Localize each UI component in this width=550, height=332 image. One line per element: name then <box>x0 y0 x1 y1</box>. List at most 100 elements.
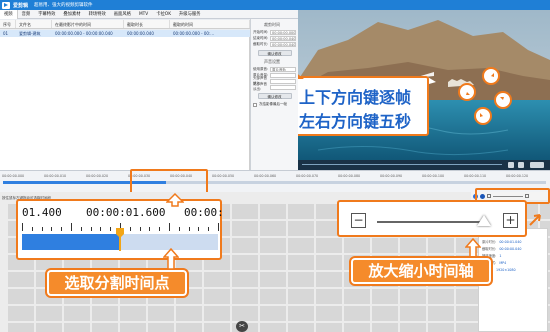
timeline-slot[interactable] <box>288 204 314 219</box>
timeline-slot[interactable] <box>204 323 230 332</box>
freeze-frame-checkbox[interactable]: 冻结影像最后一帧 <box>253 102 298 107</box>
menu-subtitle[interactable]: 字幕特效 <box>34 11 59 17</box>
timeline-slot[interactable] <box>260 289 286 304</box>
col-time[interactable]: 在最终影片中的时间 <box>52 20 124 28</box>
timeline-slot[interactable] <box>8 272 34 287</box>
apply-audio-button[interactable]: 确认修改 <box>257 93 292 99</box>
timeline-slot[interactable] <box>8 323 34 332</box>
col-duration[interactable]: 截取时长 <box>124 20 170 28</box>
time-ruler[interactable]: 00:00:00.000 00:00:00.010 00:00:00.020 00:0… <box>2 174 548 180</box>
timeline-slot[interactable] <box>176 323 202 332</box>
menu-karaoke[interactable]: 卡拉OK <box>152 11 175 17</box>
timeline-slot[interactable] <box>288 221 314 236</box>
end-time-field[interactable]: 00:00:00.040 <box>270 35 296 41</box>
menu-transition[interactable]: 转场特效 <box>85 11 110 17</box>
timeline-slot[interactable] <box>428 238 454 253</box>
timeline-slot[interactable] <box>232 204 258 219</box>
zoom-slider-track[interactable] <box>377 221 487 223</box>
timeline-slot[interactable] <box>288 272 314 287</box>
timeline-slot[interactable] <box>288 289 314 304</box>
timeline-slot[interactable] <box>92 306 118 321</box>
timeline-slot[interactable] <box>288 306 314 321</box>
playback-progress[interactable] <box>302 164 502 165</box>
menu-video[interactable]: 视频 <box>0 9 18 19</box>
timeline-slot[interactable] <box>204 289 230 304</box>
timeline-slot[interactable] <box>232 255 258 270</box>
menu-style[interactable]: 画面风格 <box>110 11 135 17</box>
play-button[interactable] <box>508 162 514 168</box>
timeline-slot[interactable] <box>316 272 342 287</box>
menu-mtv[interactable]: MTV <box>135 12 152 17</box>
timeline-slot[interactable] <box>400 306 426 321</box>
magnified-selected-range[interactable] <box>22 234 120 250</box>
timeline-slot[interactable] <box>428 289 454 304</box>
timeline-slot[interactable] <box>316 255 342 270</box>
timeline-slot[interactable] <box>64 306 90 321</box>
timeline-slot[interactable] <box>148 323 174 332</box>
timeline-slot[interactable] <box>120 306 146 321</box>
timeline-slot[interactable] <box>260 204 286 219</box>
menu-overlay[interactable]: 叠加素材 <box>59 11 84 17</box>
col-index[interactable]: 序号 <box>0 20 16 28</box>
menu-upgrade[interactable]: 升级与服务 <box>175 11 204 17</box>
timeline-slot[interactable] <box>316 238 342 253</box>
col-cut[interactable]: 截取的时间 <box>170 20 250 28</box>
timeline-slot[interactable] <box>316 323 342 332</box>
table-row[interactable]: 01 爱剪辑-建筑 00:00:00.000 - 00:00:00.040 00… <box>0 30 250 37</box>
timeline-slot[interactable] <box>372 323 398 332</box>
timeline-slot[interactable] <box>260 323 286 332</box>
timeline-slot[interactable] <box>204 306 230 321</box>
timeline-slot[interactable] <box>372 238 398 253</box>
timeline-slot[interactable] <box>260 255 286 270</box>
timeline-slot[interactable] <box>260 221 286 236</box>
timeline-slot[interactable] <box>148 306 174 321</box>
timeline-slot[interactable] <box>344 238 370 253</box>
menu-audio[interactable]: 音频 <box>18 11 35 17</box>
timeline-slot[interactable] <box>8 289 34 304</box>
timeline-slot[interactable] <box>232 221 258 236</box>
timeline-slot[interactable] <box>316 306 342 321</box>
timeline-slot[interactable] <box>372 289 398 304</box>
timeline-slot[interactable] <box>288 238 314 253</box>
timeline-slot[interactable] <box>232 238 258 253</box>
zoom-slider-thumb[interactable] <box>477 215 491 226</box>
timeline-slot[interactable] <box>400 289 426 304</box>
timeline-slot[interactable] <box>232 289 258 304</box>
stop-button[interactable] <box>518 162 524 168</box>
timeline-slot[interactable] <box>232 306 258 321</box>
zoom-in-button[interactable]: + <box>503 213 518 228</box>
timeline-slot[interactable] <box>36 323 62 332</box>
timeline-unselected-range[interactable] <box>166 181 546 184</box>
timeline-slot[interactable] <box>400 323 426 332</box>
start-time-field[interactable]: 00:00:00.000 <box>270 29 296 35</box>
apply-cut-button[interactable]: 确认修改 <box>257 50 292 56</box>
timeline-slot[interactable] <box>36 306 62 321</box>
timeline-slot[interactable] <box>8 306 34 321</box>
timeline-slot[interactable] <box>204 272 230 287</box>
scissors-icon[interactable]: ✂ <box>236 321 248 332</box>
timeline-slot[interactable] <box>64 323 90 332</box>
timeline-slot[interactable] <box>92 323 118 332</box>
timeline-slot[interactable] <box>176 306 202 321</box>
timeline-slot[interactable] <box>120 323 146 332</box>
timeline-slot[interactable] <box>344 323 370 332</box>
col-filename[interactable]: 文件名 <box>16 20 52 28</box>
timeline-slot[interactable] <box>344 306 370 321</box>
timeline-slot[interactable] <box>288 323 314 332</box>
timeline-slot[interactable] <box>372 306 398 321</box>
timeline-slot[interactable] <box>288 255 314 270</box>
timeline-slot[interactable] <box>428 306 454 321</box>
timeline-slot[interactable] <box>260 272 286 287</box>
timeline-slot[interactable] <box>400 238 426 253</box>
timeline-slot[interactable] <box>260 238 286 253</box>
fade-out-field[interactable] <box>270 84 296 90</box>
timeline-slot[interactable] <box>344 289 370 304</box>
fade-in-field[interactable] <box>270 78 296 84</box>
timeline-slot[interactable] <box>428 323 454 332</box>
timeline-slot[interactable] <box>260 306 286 321</box>
volume-slider[interactable] <box>270 72 296 78</box>
video-preview[interactable]: 上下方向键逐帧 左右方向键五秒 <box>298 10 550 170</box>
fullscreen-button[interactable] <box>530 162 544 168</box>
audio-track-select[interactable]: 原片音轨 <box>270 66 296 72</box>
zoom-out-button[interactable]: − <box>351 213 366 228</box>
